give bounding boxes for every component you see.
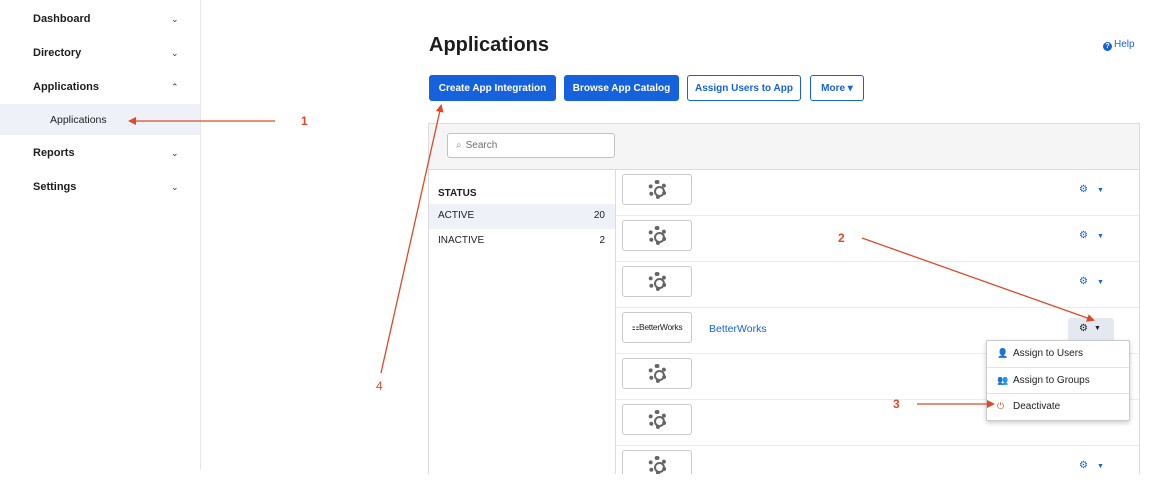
search-icon: ⌕ xyxy=(456,140,462,151)
menu-item-label: Deactivate xyxy=(1013,401,1061,412)
chevron-up-icon: ⌃ xyxy=(171,81,179,92)
caret-down-icon: ▼ xyxy=(1096,279,1104,286)
annotation-label-2: 2 xyxy=(838,231,845,245)
chevron-down-icon: ⌄ xyxy=(171,181,179,192)
search-input[interactable]: ⌕ Search xyxy=(447,133,615,158)
status-count: 20 xyxy=(593,210,605,221)
group-icon: 👥 xyxy=(997,375,1009,385)
search-placeholder: Search xyxy=(465,140,498,151)
power-icon: ⏻ xyxy=(997,401,1005,411)
app-actions-button[interactable]: ⚙ ▼ xyxy=(1079,460,1119,474)
sidebar-item-applications[interactable]: Applications ⌃ xyxy=(0,70,200,104)
status-count: 2 xyxy=(599,235,605,246)
user-icon: 👤 xyxy=(997,348,1009,358)
deactivate-menu-item[interactable]: ⏻ Deactivate xyxy=(987,393,1129,419)
app-actions-button[interactable]: ⚙ ▼ xyxy=(1079,276,1119,292)
app-actions-menu: 👤 Assign to Users 👥 Assign to Groups ⏻ D… xyxy=(986,340,1130,421)
gear-icon xyxy=(647,226,667,245)
assign-to-users-menu-item[interactable]: 👤 Assign to Users xyxy=(987,341,1129,367)
gear-icon: ⚙ xyxy=(1079,230,1088,241)
sidebar-subitem-label: Applications xyxy=(50,114,107,126)
applications-panel: ⌕ Search STATUS ACTIVE 20 INACTIVE 2 ⚙ ▼ … xyxy=(428,123,1140,474)
sidebar-item-label: Dashboard xyxy=(33,13,91,25)
sidebar-item-label: Reports xyxy=(33,147,75,159)
app-actions-button[interactable]: ⚙ ▼ xyxy=(1079,184,1119,200)
status-label: ACTIVE xyxy=(438,210,475,221)
app-logo[interactable] xyxy=(622,174,692,205)
help-icon: ? xyxy=(1103,42,1112,51)
caret-down-icon: ▼ xyxy=(1096,463,1104,470)
app-row: ⚙ ▼ xyxy=(616,445,1139,474)
gear-icon xyxy=(647,364,667,383)
menu-item-label: Assign to Groups xyxy=(1013,375,1090,386)
sidebar-subitem-applications[interactable]: Applications xyxy=(0,104,200,135)
gear-icon: ⚙ xyxy=(1079,323,1088,334)
gear-icon xyxy=(647,180,667,199)
app-logo[interactable] xyxy=(622,358,692,389)
more-button[interactable]: More ▾ xyxy=(810,75,864,101)
sidebar-item-directory[interactable]: Directory ⌄ xyxy=(0,36,200,70)
betterworks-logo[interactable]: ⚏BetterWorks xyxy=(622,312,692,343)
page-title: Applications xyxy=(429,34,550,56)
sidebar-item-reports[interactable]: Reports ⌄ xyxy=(0,136,200,170)
annotation-label-3: 3 xyxy=(893,397,900,411)
gear-icon xyxy=(647,272,667,291)
status-title: STATUS xyxy=(438,188,477,199)
app-logo[interactable] xyxy=(622,266,692,297)
create-app-integration-button[interactable]: Create App Integration xyxy=(429,75,556,101)
caret-down-icon: ▼ xyxy=(1094,325,1101,332)
app-actions-button[interactable]: ⚙ ▼ xyxy=(1068,318,1114,342)
status-inactive-filter[interactable]: INACTIVE 2 xyxy=(429,229,615,254)
sidebar-item-settings[interactable]: Settings ⌄ xyxy=(0,170,200,204)
gear-icon: ⚙ xyxy=(1079,460,1088,471)
betterworks-logo-text: ⚏BetterWorks xyxy=(631,322,683,332)
gear-icon: ⚙ xyxy=(1079,184,1088,195)
chevron-down-icon: ⌄ xyxy=(171,13,179,24)
app-logo[interactable] xyxy=(622,450,692,474)
app-name-link[interactable]: BetterWorks xyxy=(709,323,767,335)
chevron-down-icon: ⌄ xyxy=(171,47,179,58)
assign-to-groups-menu-item[interactable]: 👥 Assign to Groups xyxy=(987,367,1129,393)
caret-down-icon: ▼ xyxy=(1096,187,1104,194)
caret-down-icon: ▼ xyxy=(1096,233,1104,240)
app-logo[interactable] xyxy=(622,220,692,251)
gear-icon xyxy=(647,456,667,474)
assign-users-to-app-button[interactable]: Assign Users to App xyxy=(687,75,801,101)
status-filter: STATUS ACTIVE 20 INACTIVE 2 xyxy=(429,169,616,474)
annotation-label-4: 4 xyxy=(376,379,383,393)
gear-icon: ⚙ xyxy=(1079,276,1088,287)
app-logo[interactable] xyxy=(622,404,692,435)
sidebar-item-label: Directory xyxy=(33,47,82,59)
annotation-label-1: 1 xyxy=(301,114,308,128)
app-row: ⚙ ▼ xyxy=(616,261,1139,308)
app-row: ⚙ ▼ xyxy=(616,215,1139,262)
app-actions-button[interactable]: ⚙ ▼ xyxy=(1079,230,1119,246)
gear-icon xyxy=(647,410,667,429)
help-link[interactable]: ? Help xyxy=(1103,39,1135,51)
panel-header: ⌕ Search xyxy=(429,124,1139,170)
status-active-filter[interactable]: ACTIVE 20 xyxy=(429,204,615,229)
sidebar-item-label: Settings xyxy=(33,181,77,193)
chevron-down-icon: ⌄ xyxy=(171,147,179,158)
browse-app-catalog-button[interactable]: Browse App Catalog xyxy=(564,75,679,101)
sidebar-item-label: Applications xyxy=(33,81,100,93)
app-row: ⚙ ▼ xyxy=(616,169,1139,216)
help-label: Help xyxy=(1114,39,1135,50)
status-label: INACTIVE xyxy=(438,235,485,246)
sidebar-item-dashboard[interactable]: Dashboard ⌄ xyxy=(0,2,200,36)
sidebar: Dashboard ⌄ Directory ⌄ Applications ⌃ A… xyxy=(0,0,201,470)
menu-item-label: Assign to Users xyxy=(1013,348,1084,359)
